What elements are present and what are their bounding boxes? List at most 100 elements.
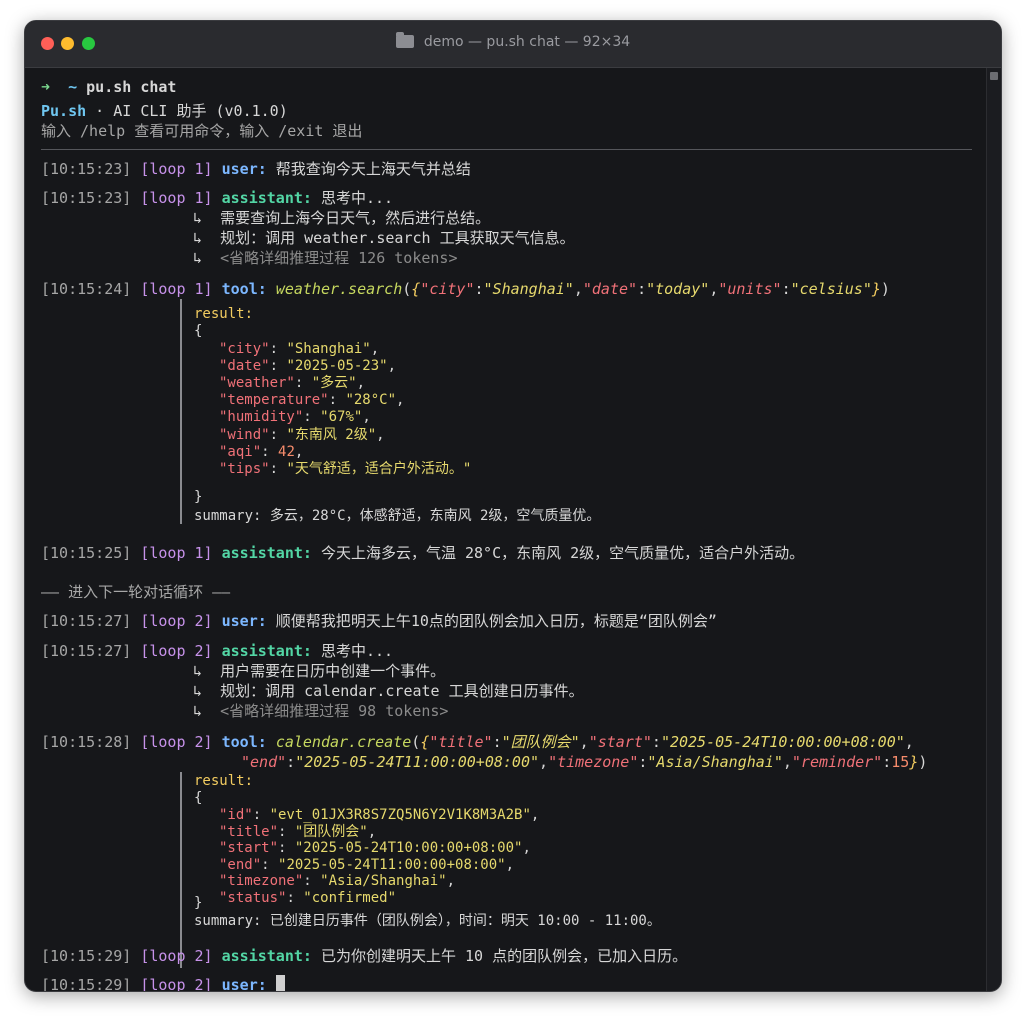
json-field: "humidity": "67%", — [219, 409, 371, 426]
arg-token: ) — [880, 280, 890, 298]
json-field: "title": "团队例会", — [219, 824, 376, 841]
arg-token: "units" — [718, 280, 782, 298]
json-value: "2025-05-24T10:00:00+08:00" — [294, 840, 523, 856]
result-bracket — [180, 772, 182, 968]
json-key: "aqi" — [219, 443, 262, 460]
json-key: "city" — [219, 341, 270, 357]
json-key: "tips" — [219, 460, 270, 477]
arg-token: { — [411, 280, 421, 298]
json-comma: , — [367, 823, 377, 840]
reasoning-step: ↳ 规划：调用 calendar.create 工具创建日历事件。 — [193, 682, 584, 700]
tool-args-continued: "end":"2025-05-24T11:00:00+08:00","timez… — [241, 752, 927, 772]
arg-token: : — [651, 733, 661, 751]
json-open-brace: { — [194, 790, 203, 806]
json-value: 42 — [278, 443, 295, 460]
log-line-tool-2: [10:15:28] [loop 2] tool: calendar.creat… — [41, 733, 914, 751]
json-key: "timezone" — [219, 873, 304, 889]
json-key: "humidity" — [219, 409, 304, 426]
input-prompt-line[interactable]: [10:15:29] [loop 2] user: — [41, 975, 285, 991]
arg-token: ( — [411, 733, 421, 751]
tool-args: ({"title":"团队例会","start":"2025-05-24T10:… — [411, 733, 914, 751]
arg-token: , — [709, 280, 719, 298]
json-field: "temperature": "28°C", — [219, 392, 404, 409]
json-close-brace: } — [194, 489, 203, 505]
json-value: "28°C" — [345, 392, 397, 409]
json-comma: , — [446, 873, 456, 889]
json-value: "东南风 2级" — [286, 426, 377, 443]
json-value: "evt_01JX3R8S7ZQ5N6Y2V1K8M3A2B" — [269, 807, 531, 823]
arg-token: "city" — [420, 280, 475, 298]
json-colon: : — [303, 409, 321, 426]
json-field: "start": "2025-05-24T10:00:00+08:00", — [219, 840, 531, 857]
json-key: "end" — [219, 856, 262, 873]
json-colon: : — [269, 426, 287, 443]
arg-token: "timezone" — [548, 753, 639, 771]
scrollbar-thumb[interactable] — [990, 72, 998, 80]
arg-token: "Shanghai" — [483, 280, 574, 298]
scrollbar[interactable] — [986, 68, 1001, 991]
json-key: "title" — [219, 823, 279, 840]
json-colon: : — [294, 375, 312, 392]
shell-prompt: ➜ ~ pu.sh chat — [41, 78, 177, 96]
json-colon: : — [252, 807, 270, 823]
json-value: "confirmed" — [303, 889, 397, 906]
result-label: result: — [194, 306, 254, 322]
json-field: "end": "2025-05-24T11:00:00+08:00", — [219, 857, 514, 874]
json-key: "start" — [219, 840, 279, 856]
arg-token: } — [871, 280, 881, 298]
json-field: "timezone": "Asia/Shanghai", — [219, 873, 455, 890]
json-value: "67%" — [320, 409, 363, 426]
json-field: "status": "confirmed" — [219, 890, 396, 907]
log-line-assistant-2: [10:15:25] [loop 1] assistant: 今天上海多云，气温… — [41, 544, 805, 562]
json-value: "Shanghai" — [286, 341, 371, 357]
json-field: "aqi": 42, — [219, 444, 303, 461]
json-colon: : — [269, 358, 287, 375]
arg-token: { — [420, 733, 430, 751]
log-line-assistant-3: [10:15:27] [loop 2] assistant: 思考中... — [41, 642, 394, 660]
arg-token: "celsius" — [790, 280, 872, 298]
json-open-brace: { — [194, 323, 203, 339]
window-title-text: demo — pu.sh chat — 92×34 — [423, 34, 631, 50]
arg-token: , — [573, 280, 583, 298]
json-colon: : — [286, 889, 304, 906]
json-close-brace: } — [194, 895, 203, 911]
json-field: "wind": "东南风 2级", — [219, 427, 385, 444]
arg-token: "2025-05-24T11:00:00+08:00" — [295, 753, 540, 771]
json-key: "wind" — [219, 426, 270, 443]
json-colon: : — [303, 873, 321, 889]
json-comma: , — [294, 443, 304, 460]
json-value: "多云" — [311, 375, 357, 392]
arg-token: , — [782, 753, 792, 771]
arg-token: ) — [918, 753, 928, 771]
json-value: "2025-05-24T11:00:00+08:00" — [278, 856, 506, 873]
json-key: "temperature" — [219, 392, 329, 409]
terminal-window: demo — pu.sh chat — 92×34 ➜ ~ pu.sh chat… — [24, 20, 1002, 992]
json-colon: : — [269, 341, 287, 357]
reasoning-step: ↳ 规划：调用 weather.search 工具获取天气信息。 — [193, 229, 575, 247]
arg-token: "title" — [429, 733, 493, 751]
json-key: "date" — [219, 358, 270, 375]
arg-token: "start" — [588, 733, 652, 751]
arg-token: } — [909, 753, 919, 771]
json-field: "date": "2025-05-23", — [219, 358, 396, 375]
json-value: "团队例会" — [294, 823, 368, 840]
json-field: "tips": "天气舒适，适合户外活动。" — [219, 461, 471, 478]
log-line-tool-1: [10:15:24] [loop 1] tool: weather.search… — [41, 280, 890, 298]
loop-divider: —— 进入下一轮对话循环 —— — [41, 583, 231, 601]
json-value: "天气舒适，适合户外活动。" — [286, 460, 472, 477]
text-cursor[interactable] — [275, 975, 285, 991]
result-summary: summary: 多云，28°C，体感舒适，东南风 2级，空气质量优。 — [194, 508, 601, 524]
json-comma: , — [376, 426, 385, 443]
banner-title: Pu.sh · AI CLI 助手 (v0.1.0) — [41, 102, 288, 120]
arg-token: "Asia/Shanghai" — [647, 753, 783, 771]
json-value: "2025-05-23" — [286, 358, 388, 375]
json-key: "id" — [219, 807, 253, 823]
json-key: "weather" — [219, 375, 295, 392]
arg-token: "date" — [582, 280, 638, 298]
arg-token: "end" — [241, 753, 287, 771]
reasoning-omitted: ↳ <省略详细推理过程 126 tokens> — [193, 249, 458, 267]
result-summary: summary: 已创建日历事件（团队例会），时间：明天 10:00 - 11:… — [194, 913, 661, 929]
log-line-user-1: [10:15:23] [loop 1] user: 帮我查询今天上海天气并总结 — [41, 160, 471, 178]
arg-token: : — [492, 733, 502, 751]
json-comma: , — [505, 856, 515, 873]
